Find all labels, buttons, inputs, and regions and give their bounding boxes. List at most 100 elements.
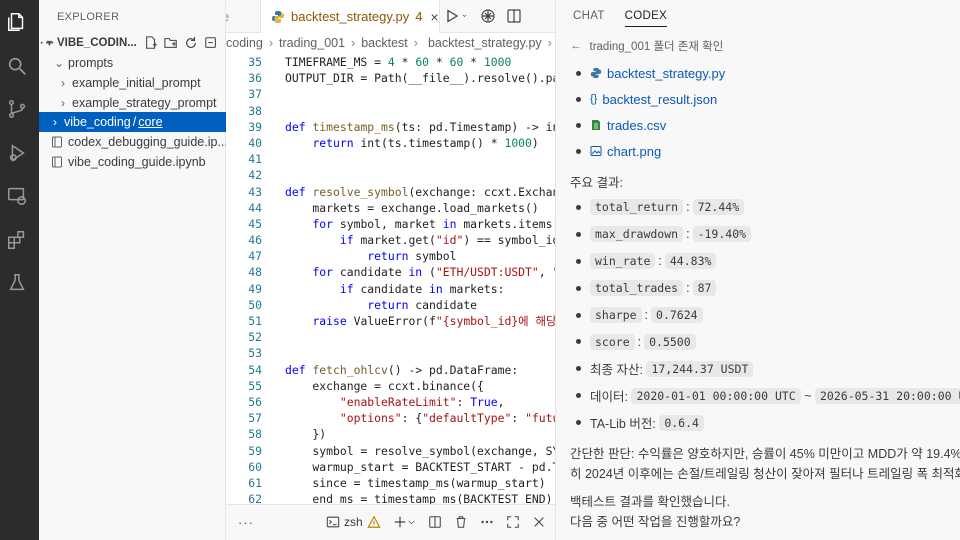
new-folder-icon[interactable] — [164, 36, 178, 50]
refresh-icon[interactable] — [184, 36, 198, 50]
line-number: 41 — [248, 152, 262, 167]
code-text: for candidate in ("ETH/USDT:USDT", "ET — [312, 265, 555, 280]
tree-item-example-initial-prompt[interactable]: › example_initial_prompt — [39, 73, 226, 93]
code-line[interactable]: 53 — [226, 345, 555, 361]
code-line[interactable]: 58 }) — [226, 426, 555, 442]
code-line[interactable]: 45 for symbol, market in markets.items()… — [226, 216, 555, 232]
new-file-icon[interactable] — [144, 36, 158, 50]
run-debug-icon[interactable] — [5, 141, 29, 165]
back-link[interactable]: ← trading_001 폴더 존재 확인 — [570, 38, 960, 54]
openai-icon[interactable] — [480, 8, 496, 24]
terminal-selector[interactable]: zsh — [326, 515, 381, 529]
chat-panel: CHAT CODEX ← trading_001 폴더 존재 확인 backte… — [555, 0, 960, 540]
explorer-sidebar: EXPLORER ··· ▼ VIBE_CODIN... ⌄ prompts ›… — [39, 0, 226, 540]
code-line[interactable]: 55 exchange = ccxt.binance({ — [226, 378, 555, 394]
code-text: return candidate — [367, 297, 478, 312]
tab-previous-fragment[interactable]: e — [226, 9, 229, 24]
line-number: 59 — [248, 443, 262, 458]
tree-item-example-strategy-prompt[interactable]: › example_strategy_prompt — [39, 93, 226, 113]
metric-value: 0.7624 — [651, 307, 703, 323]
notebook-icon — [51, 136, 63, 148]
tree-item-vibe-coding-core[interactable]: › vibe_coding / core — [39, 112, 226, 132]
source-control-icon[interactable] — [5, 97, 29, 121]
code-line[interactable]: 36 OUTPUT_DIR = Path(__file__).resolve().… — [226, 70, 555, 86]
maximize-panel-icon[interactable] — [506, 515, 520, 529]
search-icon[interactable] — [5, 54, 29, 78]
code-line[interactable]: 57 "options": {"defaultType": "future — [226, 410, 555, 426]
line-number: 48 — [248, 265, 262, 280]
list-item: trades.csv — [570, 112, 960, 138]
bullet — [576, 420, 581, 426]
code-line[interactable]: 40 return int(ts.timestamp() * 1000) — [226, 135, 555, 151]
tree-item-label: vibe_coding — [64, 115, 131, 129]
file-link-backtest-strategy[interactable]: backtest_strategy.py — [590, 66, 725, 81]
testing-flask-icon[interactable] — [5, 271, 29, 295]
metric-key: score — [590, 333, 635, 350]
tab-codex[interactable]: CODEX — [624, 10, 668, 27]
trash-icon[interactable] — [454, 515, 468, 529]
file-link-chart[interactable]: chart.png — [590, 144, 661, 159]
collapse-all-icon[interactable] — [204, 36, 218, 50]
code-line[interactable]: 59 symbol = resolve_symbol(exchange, SYM… — [226, 443, 555, 459]
file-link-trades[interactable]: trades.csv — [590, 118, 666, 133]
tab-chat[interactable]: CHAT — [573, 10, 605, 27]
chevron-down-icon[interactable] — [462, 8, 470, 24]
chevron-right-icon: › — [268, 36, 274, 50]
code-line[interactable]: 39 def timestamp_ms(ts: pd.Timestamp) -> … — [226, 119, 555, 135]
split-terminal-icon[interactable] — [428, 515, 442, 529]
terminal-icon — [326, 516, 340, 528]
code-line[interactable]: 37 — [226, 86, 555, 102]
code-line[interactable]: 51 raise ValueError(f"{symbol_id}에 해당하는 — [226, 313, 555, 329]
breadcrumb-item[interactable]: backtest_strategy.py — [428, 36, 542, 50]
tree-item-vibe-coding-guide[interactable]: vibe_coding_guide.ipynb — [39, 152, 226, 172]
code-line[interactable]: 42 — [226, 167, 555, 183]
code-line[interactable]: 47 return symbol — [226, 248, 555, 264]
data-range-separator: ~ — [804, 388, 812, 403]
code-line[interactable]: 54 def fetch_ohlcv() -> pd.DataFrame: — [226, 362, 555, 378]
tree-item-codex-debugging-guide[interactable]: codex_debugging_guide.ip... — [39, 132, 226, 152]
panel-more-icon[interactable]: ··· — [238, 515, 254, 530]
code-line[interactable]: 50 return candidate — [226, 297, 555, 313]
code-text: "enableRateLimit": True, — [339, 394, 505, 409]
breadcrumb-item[interactable]: trading_001 — [279, 36, 345, 50]
code-line[interactable]: 60 warmup_start = BACKTEST_START - pd.Ti… — [226, 459, 555, 475]
remote-explorer-icon[interactable] — [5, 184, 29, 208]
more-icon[interactable] — [480, 515, 494, 529]
code-line[interactable]: 61 since = timestamp_ms(warmup_start) — [226, 475, 555, 491]
tab-backtest-strategy[interactable]: backtest_strategy.py 4 × — [260, 0, 440, 33]
line-number: 35 — [248, 55, 262, 69]
code-text: return symbol — [367, 249, 457, 264]
extensions-icon[interactable] — [5, 228, 29, 252]
code-text: raise ValueError(f"{symbol_id}에 해당하는 — [312, 314, 555, 328]
workspace-root[interactable]: ▼ VIBE_CODIN... — [39, 33, 226, 53]
explorer-icon[interactable] — [5, 10, 29, 34]
code-line[interactable]: 38 — [226, 103, 555, 119]
close-icon[interactable]: × — [431, 9, 439, 25]
code-line[interactable]: 41 — [226, 151, 555, 167]
new-terminal-button[interactable] — [393, 515, 416, 529]
close-icon[interactable] — [532, 515, 546, 529]
file-link-backtest-result[interactable]: {} backtest_result.json — [590, 92, 717, 107]
code-line[interactable]: 46 if market.get("id") == symbol_id a — [226, 232, 555, 248]
notebook-icon — [51, 156, 63, 168]
code-line[interactable]: 43 def resolve_symbol(exchange: ccxt.Exch… — [226, 184, 555, 200]
code-line[interactable]: 48 for candidate in ("ETH/USDT:USDT", "E… — [226, 264, 555, 280]
split-editor-icon[interactable] — [506, 8, 522, 24]
code-text: return int(ts.timestamp() * 1000) — [312, 135, 539, 150]
metric-value: 87 — [692, 280, 717, 297]
breadcrumb-item[interactable]: coding — [226, 36, 263, 50]
run-icon[interactable] — [444, 8, 460, 24]
file-link-label: backtest_strategy.py — [607, 65, 726, 81]
code-line[interactable]: 35 TIMEFRAME_MS = 4 * 60 * 60 * 1000 — [226, 54, 555, 70]
code-line[interactable]: 49 if candidate in markets: — [226, 281, 555, 297]
code-line[interactable]: 52 — [226, 329, 555, 345]
tree-item-prompts[interactable]: ⌄ prompts — [39, 53, 226, 73]
code-text: def timestamp_ms(ts: pd.Timestamp) -> in… — [285, 119, 555, 134]
code-line[interactable]: 56 "enableRateLimit": True, — [226, 394, 555, 410]
metric-key: total_return — [590, 199, 684, 216]
code-line[interactable]: 44 markets = exchange.load_markets() — [226, 200, 555, 216]
line-number: 54 — [248, 362, 262, 377]
breadcrumb-item[interactable]: backtest — [361, 36, 408, 50]
tree-item-label: vibe_coding_guide.ipynb — [68, 155, 206, 169]
code-editor[interactable]: 35 TIMEFRAME_MS = 4 * 60 * 60 * 1000 36 OUT… — [226, 54, 555, 507]
